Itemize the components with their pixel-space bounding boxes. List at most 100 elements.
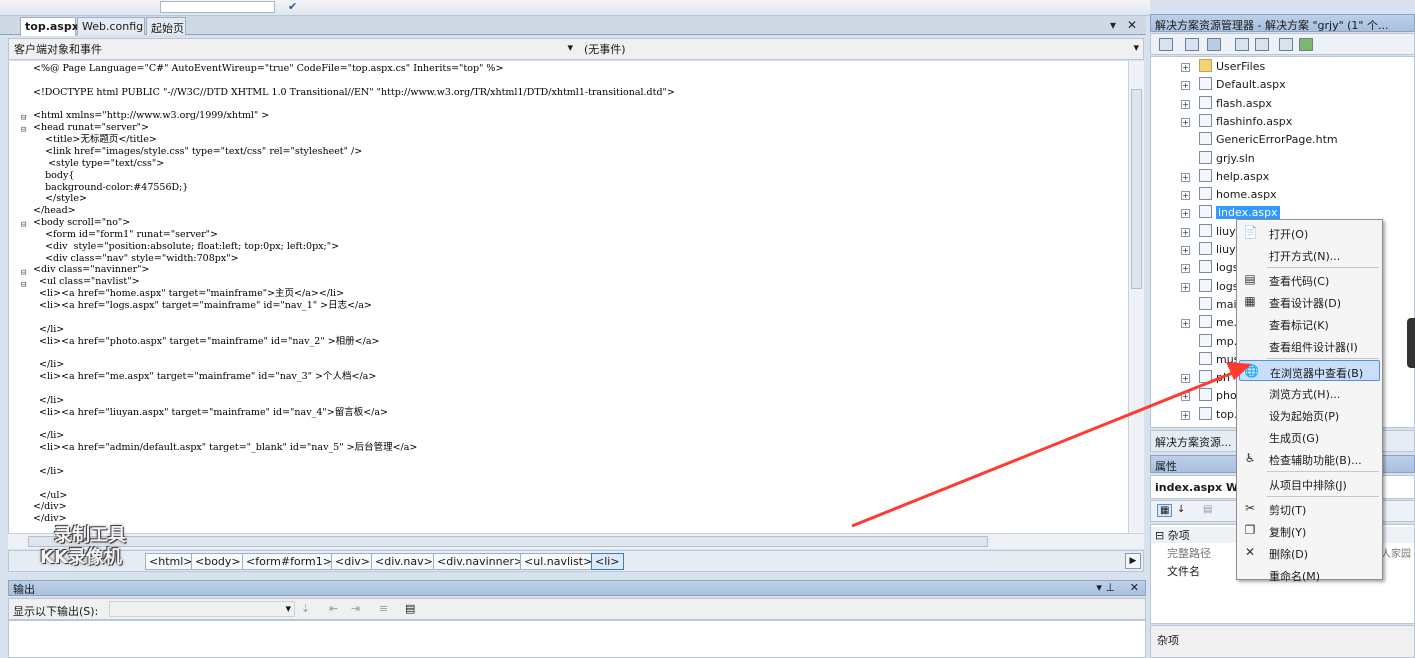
collapse-icon[interactable]: ⊟ <box>21 220 26 230</box>
expand-icon[interactable]: + <box>1181 172 1190 182</box>
menu-item[interactable]: ❐ 复制(Y) <box>1239 520 1380 541</box>
menu-item[interactable]: 查看标记(K) <box>1239 313 1380 334</box>
word-wrap-icon[interactable]: ▤ <box>405 602 415 615</box>
event-combo[interactable]: (无事件) ▾ <box>581 41 1141 57</box>
menu-item[interactable]: ✕ 删除(D) <box>1239 542 1380 563</box>
menu-item[interactable]: 🌐 在浏览器中查看(B) <box>1239 360 1380 381</box>
pin-icon[interactable]: ▾ ⊥ <box>1096 581 1115 594</box>
expand-icon[interactable]: + <box>1181 374 1190 384</box>
tree-item[interactable]: + top. <box>1181 406 1238 424</box>
crumb-div[interactable]: <div> <box>331 553 374 570</box>
collapse-icon[interactable]: ⊟ <box>21 280 26 290</box>
tab-web-config[interactable]: Web.config <box>77 17 145 35</box>
tab-dropdown-icon[interactable]: ▾ <box>1110 18 1116 32</box>
tree-item[interactable]: GenericErrorPage.htm <box>1199 132 1338 149</box>
menu-item[interactable]: ♿ 检查辅助功能(B)... <box>1239 448 1380 469</box>
expand-icon[interactable]: + <box>1181 246 1190 255</box>
expand-icon[interactable]: + <box>1181 282 1190 292</box>
code-line: <li><a href="me.aspx" target="mainframe"… <box>33 371 377 383</box>
menu-item[interactable]: 生成页(G) <box>1239 426 1380 447</box>
expand-icon[interactable]: + <box>1181 99 1190 109</box>
clear-icon[interactable]: ≡ <box>379 602 388 615</box>
tree-item[interactable]: + pho <box>1181 388 1237 405</box>
output-source-select[interactable]: ▾ <box>109 601 295 617</box>
expand-icon[interactable]: + <box>1181 319 1190 329</box>
view-designer-icon[interactable] <box>1255 38 1269 51</box>
find-icon[interactable]: ⇣ <box>301 602 310 615</box>
tree-item[interactable]: + flash.aspx <box>1181 95 1272 113</box>
tree-item[interactable]: + home.aspx <box>1181 187 1277 204</box>
tree-item[interactable]: + Default.aspx <box>1181 77 1286 94</box>
crumb-li[interactable]: <li> <box>591 553 624 570</box>
crumb-ul-navlist[interactable]: <ul.navlist> <box>520 553 597 570</box>
prev-icon[interactable]: ⇤ <box>329 602 338 615</box>
show-all-files-icon[interactable] <box>1185 38 1199 51</box>
client-object-combo[interactable]: 客户端对象和事件 ▾ <box>11 41 575 57</box>
menu-item[interactable]: 浏览方式(H)... <box>1239 382 1380 403</box>
expand-icon[interactable]: + <box>1181 264 1190 274</box>
expand-icon[interactable]: + <box>1181 227 1190 237</box>
menu-item[interactable]: 查看组件设计器(I) <box>1239 335 1380 356</box>
tree-item[interactable]: mus <box>1199 351 1239 369</box>
code-editor[interactable]: ⊟ ⊟ ⊟ ⊟ ⊟ <%@ Page Language="C#" AutoEve… <box>8 61 1136 533</box>
tab-start-page[interactable]: 起始页 <box>146 17 186 35</box>
scroll-thumb[interactable] <box>28 536 988 547</box>
menu-separator <box>1267 471 1379 472</box>
tree-item[interactable]: + UserFiles <box>1181 59 1265 76</box>
file-icon <box>1199 187 1212 201</box>
refresh-icon[interactable] <box>1207 38 1221 51</box>
alphabetical-icon[interactable]: ↓ <box>1177 504 1185 515</box>
menu-item[interactable]: ▤ 查看代码(C) <box>1239 269 1380 290</box>
collapse-icon[interactable]: ⊟ <box>21 125 26 135</box>
menu-item[interactable]: 打开方式(N)... <box>1239 244 1380 265</box>
next-icon[interactable]: ⇥ <box>351 602 360 615</box>
tree-item[interactable]: mai <box>1199 296 1237 314</box>
toolbar-combo[interactable] <box>160 1 275 13</box>
property-name: 文件名 <box>1167 565 1200 578</box>
crumb-form[interactable]: <form#form1> <box>242 553 336 570</box>
check-icon[interactable]: ✔ <box>288 0 297 13</box>
chevron-right-icon[interactable]: ▶ <box>1125 553 1141 569</box>
collapse-icon[interactable]: ⊟ <box>21 268 26 278</box>
crumb-body[interactable]: <body> <box>191 553 245 570</box>
property-pages-icon[interactable]: ▤ <box>1203 504 1212 515</box>
menu-item[interactable]: 📄 打开(O) <box>1239 222 1380 243</box>
expand-icon[interactable]: + <box>1181 410 1190 420</box>
tab-top-aspx[interactable]: top.aspx <box>20 17 79 36</box>
menu-item[interactable]: 从项目中排除(J) <box>1239 473 1380 494</box>
tree-item[interactable]: + flashinfo.aspx <box>1181 113 1292 131</box>
context-menu: 📄 打开(O) 打开方式(N)... ▤ 查看代码(C) ▦ 查看设计器(D) 查看标记(K)… <box>1236 219 1383 583</box>
editor-vertical-scrollbar[interactable] <box>1128 61 1144 533</box>
asp-config-icon[interactable] <box>1299 38 1313 51</box>
tree-item[interactable]: + ph <box>1181 370 1230 387</box>
crumb-div-nav[interactable]: <div.nav> <box>371 553 437 570</box>
tree-item[interactable]: + me. <box>1181 315 1237 332</box>
tree-item[interactable]: + help.aspx <box>1181 168 1269 186</box>
expand-icon[interactable]: + <box>1181 191 1190 201</box>
copy-website-icon[interactable] <box>1279 38 1293 51</box>
close-icon[interactable]: ✕ <box>1127 18 1137 32</box>
properties-icon[interactable] <box>1159 38 1173 51</box>
tree-item[interactable]: mp. <box>1199 333 1237 351</box>
expand-icon[interactable]: + <box>1181 117 1190 127</box>
crumb-html[interactable]: <html> <box>145 553 197 570</box>
categorized-icon[interactable]: ▦ <box>1157 504 1173 517</box>
edge-handle[interactable] <box>1407 318 1415 368</box>
crumb-div-navinner[interactable]: <div.navinner> <box>433 553 528 570</box>
editor-horizontal-scrollbar[interactable] <box>8 533 1144 549</box>
menu-item[interactable]: 重命名(M) <box>1239 564 1380 585</box>
expand-icon[interactable]: + <box>1181 392 1190 402</box>
menu-item[interactable]: 设为起始页(P) <box>1239 404 1380 425</box>
view-code-icon[interactable] <box>1235 38 1249 51</box>
close-icon[interactable]: ✕ <box>1130 581 1139 594</box>
expand-icon[interactable]: + <box>1181 81 1190 91</box>
menu-item[interactable]: ▦ 查看设计器(D) <box>1239 291 1380 312</box>
output-text-area[interactable] <box>8 620 1146 658</box>
menu-item[interactable]: ✂ 剪切(T) <box>1239 498 1380 519</box>
expand-icon[interactable]: + <box>1181 63 1190 72</box>
property-value[interactable]: 人家园 <box>1381 545 1411 560</box>
expand-icon[interactable]: + <box>1181 209 1190 219</box>
tree-item[interactable]: grjy.sln <box>1199 150 1255 168</box>
scroll-thumb[interactable] <box>1131 89 1142 289</box>
collapse-icon[interactable]: ⊟ <box>21 113 26 123</box>
